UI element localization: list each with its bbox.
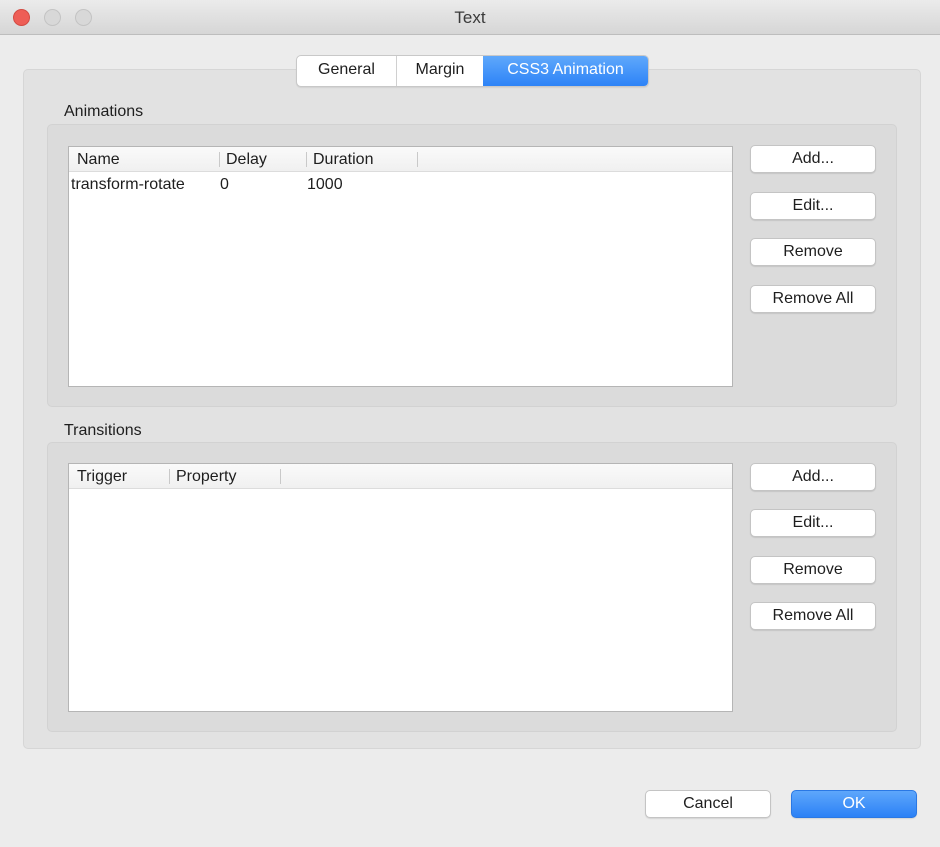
transitions-list[interactable]: Trigger Property <box>68 463 733 712</box>
transitions-list-header: Trigger Property <box>69 464 732 489</box>
column-header-delay[interactable]: Delay <box>226 147 267 172</box>
column-header-duration[interactable]: Duration <box>313 147 373 172</box>
transitions-remove-button[interactable]: Remove <box>750 556 876 584</box>
animations-list-header: Name Delay Duration <box>69 147 732 172</box>
tab-general[interactable]: General <box>297 56 397 86</box>
column-header-name[interactable]: Name <box>77 147 120 172</box>
transitions-section-label: Transitions <box>64 422 142 439</box>
animations-edit-button[interactable]: Edit... <box>750 192 876 220</box>
animations-add-button[interactable]: Add... <box>750 145 876 173</box>
tab-css3-animation[interactable]: CSS3 Animation <box>483 56 648 86</box>
animations-list[interactable]: Name Delay Duration transform-rotate 0 1… <box>68 146 733 387</box>
transitions-edit-button[interactable]: Edit... <box>750 509 876 537</box>
window-title: Text <box>454 8 486 27</box>
column-divider[interactable] <box>280 469 281 484</box>
cell-delay: 0 <box>220 176 229 193</box>
cell-duration: 1000 <box>307 176 343 193</box>
transitions-remove-all-button[interactable]: Remove All <box>750 602 876 630</box>
column-divider[interactable] <box>306 152 307 167</box>
column-divider[interactable] <box>169 469 170 484</box>
tab-bar: General Margin CSS3 Animation <box>296 55 649 87</box>
cell-name: transform-rotate <box>71 176 185 193</box>
column-header-trigger[interactable]: Trigger <box>77 464 127 489</box>
column-header-property[interactable]: Property <box>176 464 236 489</box>
title-bar: Text <box>0 0 940 35</box>
column-divider[interactable] <box>417 152 418 167</box>
animations-remove-all-button[interactable]: Remove All <box>750 285 876 313</box>
column-divider[interactable] <box>219 152 220 167</box>
transitions-add-button[interactable]: Add... <box>750 463 876 491</box>
cancel-button[interactable]: Cancel <box>645 790 771 818</box>
tab-margin[interactable]: Margin <box>397 56 483 86</box>
ok-button[interactable]: OK <box>791 790 917 818</box>
animations-section-label: Animations <box>64 103 144 120</box>
animations-remove-button[interactable]: Remove <box>750 238 876 266</box>
